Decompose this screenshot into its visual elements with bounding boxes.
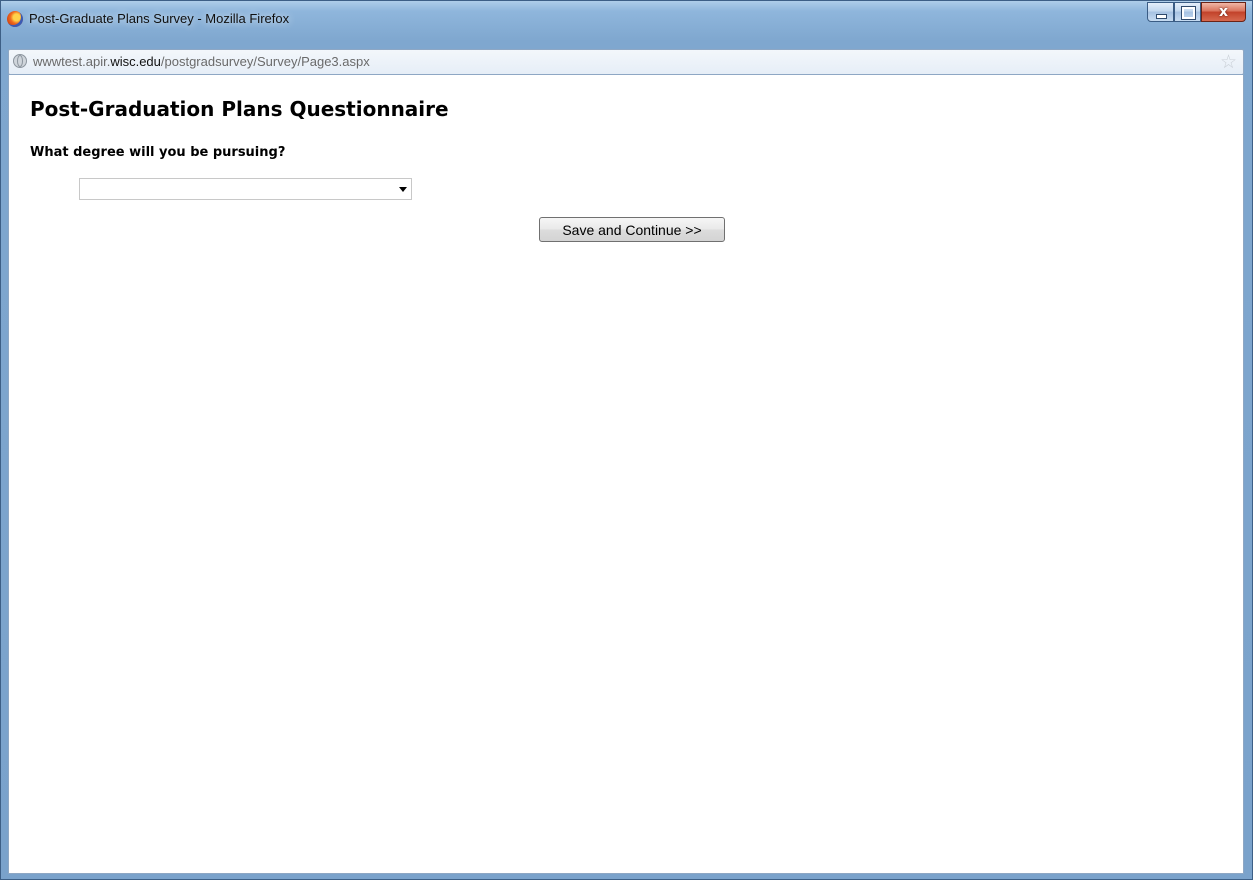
maximize-icon xyxy=(1182,7,1195,19)
chevron-down-icon xyxy=(399,187,407,192)
browser-window: Post-Graduate Plans Survey - Mozilla Fir… xyxy=(0,0,1253,880)
url-text[interactable]: wwwtest.apir.wisc.edu/postgradsurvey/Sur… xyxy=(33,54,370,69)
window-title: Post-Graduate Plans Survey - Mozilla Fir… xyxy=(29,11,290,26)
title-bar[interactable]: Post-Graduate Plans Survey - Mozilla Fir… xyxy=(1,1,1252,41)
page-content: Post-Graduation Plans Questionnaire What… xyxy=(8,75,1244,874)
degree-question-label: What degree will you be pursuing? xyxy=(30,145,286,160)
url-domain: wisc.edu xyxy=(110,54,161,69)
close-icon: x xyxy=(1218,4,1229,20)
degree-select[interactable] xyxy=(79,178,412,200)
minimize-icon xyxy=(1156,14,1167,19)
close-button[interactable]: x xyxy=(1201,2,1246,22)
window-controls: x xyxy=(1147,2,1246,22)
bookmark-star-icon[interactable]: ☆ xyxy=(1220,51,1237,73)
save-and-continue-button[interactable]: Save and Continue >> xyxy=(539,217,725,242)
maximize-button[interactable] xyxy=(1174,2,1201,22)
page-title: Post-Graduation Plans Questionnaire xyxy=(30,97,449,121)
address-bar[interactable]: wwwtest.apir.wisc.edu/postgradsurvey/Sur… xyxy=(8,49,1244,75)
minimize-button[interactable] xyxy=(1147,2,1174,22)
url-path: /postgradsurvey/Survey/Page3.aspx xyxy=(160,54,370,69)
url-prefix: wwwtest.apir. xyxy=(33,54,111,69)
firefox-icon xyxy=(7,11,23,27)
globe-icon[interactable] xyxy=(13,54,27,68)
